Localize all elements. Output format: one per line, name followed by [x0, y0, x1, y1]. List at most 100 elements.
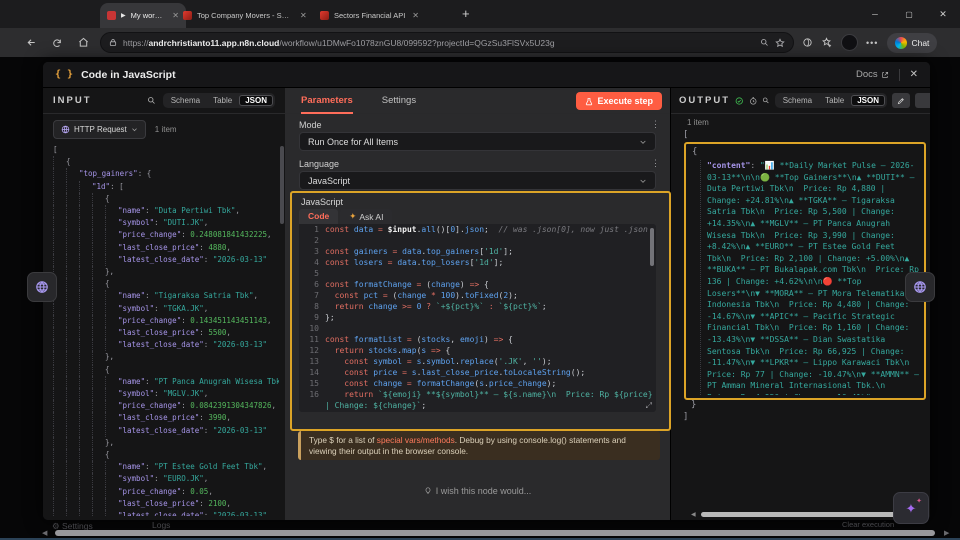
- back-icon[interactable]: [18, 37, 44, 48]
- code-line: 9};: [314, 313, 335, 322]
- profile-avatar[interactable]: [841, 34, 858, 51]
- browser-tab-workflow[interactable]: ▶ My workflow 3 - n8n ✕: [100, 3, 186, 28]
- tab-close-icon[interactable]: ✕: [300, 11, 307, 20]
- output-panel: OUTPUT Schema Table JSON 1 item [ { "con…: [670, 88, 930, 520]
- input-tab-json[interactable]: JSON: [239, 95, 273, 106]
- tab-title: Top Company Movers - Sectors Fi: [197, 11, 293, 20]
- close-button[interactable]: ✕: [926, 0, 960, 28]
- json-line: "last_close_price": 4880,: [53, 241, 279, 254]
- page-hscroll-right-arrow[interactable]: ▶: [944, 529, 949, 537]
- output-connector-node[interactable]: [905, 272, 935, 302]
- code-line: 15 const change = formatChange(s.price_c…: [309, 379, 557, 388]
- output-json-content[interactable]: "content": "📊 **Daily Market Pulse — 202…: [700, 160, 919, 395]
- edit-output-button[interactable]: [892, 93, 910, 108]
- logs-panel-label[interactable]: Logs: [152, 520, 170, 530]
- parameters-panel: Parameters Settings Execute step Mode ⋮ …: [285, 88, 671, 520]
- json-open-brace: {: [692, 147, 698, 157]
- output-tab-schema[interactable]: Schema: [777, 95, 818, 106]
- output-tab-json[interactable]: JSON: [851, 95, 885, 106]
- minimize-button[interactable]: ─: [858, 0, 892, 28]
- mode-value: Run Once for All Items: [308, 136, 399, 147]
- code-editor[interactable]: 1 const data = $input.all()[0].json; // w…: [299, 224, 656, 412]
- node-title: Code in JavaScript: [81, 68, 176, 81]
- output-horizontal-scrollbar[interactable]: [701, 512, 901, 517]
- globe-icon: [61, 125, 70, 134]
- tab-ask-ai[interactable]: ✦ Ask AI: [340, 209, 393, 224]
- json-line: {: [53, 449, 279, 462]
- clear-execution-button[interactable]: Clear execution: [842, 520, 894, 529]
- json-line: },: [53, 351, 279, 364]
- input-view-switcher: Schema Table JSON: [162, 93, 275, 108]
- input-connector-node[interactable]: [27, 272, 57, 302]
- code-line: 11 const formatList = (stocks, emoji) => …: [309, 335, 513, 344]
- address-bar[interactable]: https://andrchristianto11.app.n8n.cloud/…: [100, 32, 794, 53]
- input-source-node-select[interactable]: HTTP Request: [53, 120, 146, 139]
- browser-tab-sectors-api[interactable]: Sectors Financial API ✕: [313, 3, 459, 28]
- collections-icon[interactable]: [821, 37, 832, 48]
- execute-step-label: Execute step: [597, 96, 653, 106]
- code-line: 2: [314, 236, 319, 245]
- hscroll-left-arrow[interactable]: ◀: [691, 511, 696, 518]
- tab-close-icon[interactable]: ✕: [412, 11, 419, 20]
- browser-tab-sectors-movers[interactable]: Top Company Movers - Sectors Fi ✕: [176, 3, 322, 28]
- mode-select[interactable]: Run Once for All Items: [299, 132, 656, 151]
- json-line: {: [53, 278, 279, 291]
- input-scrollbar[interactable]: [280, 146, 284, 224]
- refresh-icon[interactable]: [44, 38, 70, 48]
- code-line: 10: [309, 324, 319, 333]
- input-json-view[interactable]: [{"top_gainers": {"1d": [{"name": "Duta …: [53, 144, 279, 516]
- json-line: [: [53, 145, 58, 154]
- code-line: 12 return stocks.map(s => {: [309, 346, 451, 355]
- input-tab-table[interactable]: Table: [207, 95, 238, 106]
- output-title: OUTPUT: [679, 95, 731, 106]
- output-tab-table[interactable]: Table: [819, 95, 850, 106]
- more-menu-icon[interactable]: •••: [866, 38, 878, 48]
- node-details-modal: { } Code in JavaScript Docs ✕ INPUT Sche…: [43, 62, 930, 520]
- json-line: "symbol": "EURO.JK",: [53, 473, 279, 486]
- docs-link[interactable]: Docs: [856, 69, 889, 80]
- node-feedback-prompt[interactable]: I wish this node would...: [285, 486, 670, 496]
- browser-essentials-icon[interactable]: [802, 37, 813, 48]
- page-horizontal-scrollbar[interactable]: [55, 530, 935, 536]
- wish-text: I wish this node would...: [435, 486, 532, 496]
- globe-icon: [914, 281, 926, 293]
- json-line: "name": "Tigaraksa Satria Tbk",: [53, 290, 279, 303]
- input-search-icon[interactable]: [147, 96, 156, 105]
- new-tab-button[interactable]: +: [462, 6, 470, 21]
- page-hscroll-left-arrow[interactable]: ◀: [42, 529, 47, 537]
- code-line: 7 const pct = (change * 100).toFixed(2);: [314, 291, 518, 300]
- json-close-bracket: ]: [683, 412, 689, 422]
- copilot-chat-button[interactable]: Chat: [887, 32, 938, 53]
- expand-editor-icon[interactable]: ⤢: [646, 401, 652, 411]
- json-line: {: [53, 192, 279, 205]
- mode-label: Mode: [299, 120, 322, 130]
- output-extra-button[interactable]: [915, 93, 930, 108]
- code-node-icon: { }: [55, 69, 74, 80]
- special-vars-link[interactable]: special vars/methods: [377, 435, 455, 445]
- favorite-star-icon[interactable]: [775, 37, 785, 48]
- home-icon[interactable]: [70, 37, 96, 48]
- language-select[interactable]: JavaScript: [299, 171, 656, 190]
- tab-settings[interactable]: Settings: [382, 95, 416, 106]
- ai-assistant-button[interactable]: ✦ ✦: [893, 492, 929, 524]
- code-editor-lines: 1 const data = $input.all()[0].json; // w…: [299, 224, 656, 411]
- code-line: 4 const losers = data.top_losers['1d'];: [314, 258, 504, 267]
- language-options-icon[interactable]: ⋮: [651, 158, 660, 169]
- sectors-favicon: [320, 11, 329, 20]
- output-search-icon[interactable]: [762, 96, 770, 105]
- modal-close-icon[interactable]: ✕: [910, 69, 918, 80]
- tab-parameters[interactable]: Parameters: [301, 88, 353, 114]
- external-link-icon: [881, 71, 888, 78]
- tab-code[interactable]: Code: [299, 209, 339, 224]
- mode-options-icon[interactable]: ⋮: [651, 119, 660, 130]
- chat-label: Chat: [911, 37, 930, 48]
- execute-step-button[interactable]: Execute step: [576, 92, 662, 110]
- code-editor-tabs: Code ✦ Ask AI: [299, 209, 393, 224]
- json-close-brace: }: [691, 400, 697, 410]
- json-line: "symbol": "TGKA.JK",: [53, 302, 279, 315]
- editor-scrollbar[interactable]: [650, 228, 654, 266]
- maximize-button[interactable]: ▢: [892, 0, 926, 28]
- input-tab-schema[interactable]: Schema: [165, 95, 206, 106]
- search-in-page-icon[interactable]: [760, 38, 769, 47]
- json-line: "latest_close_date": "2026-03-13": [53, 339, 279, 352]
